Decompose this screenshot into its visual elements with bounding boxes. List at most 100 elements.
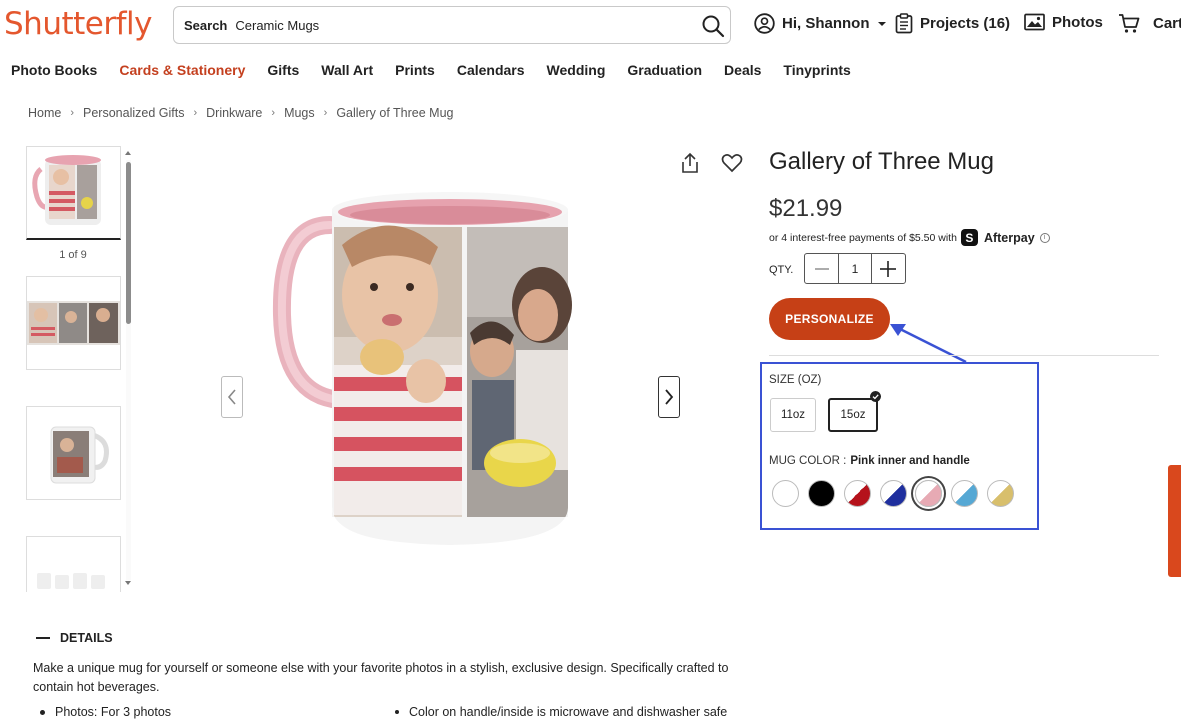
mug-color-label: MUG COLOR : Pink inner and handle — [769, 455, 970, 467]
color-swatch-white[interactable] — [772, 480, 799, 507]
details-bullet-2: Color on handle/inside is microwave and … — [395, 705, 727, 719]
qty-input[interactable]: 1 — [838, 254, 872, 283]
shutterfly-logo[interactable]: Shutterfly — [4, 6, 152, 42]
details-bullet-1: Photos: For 3 photos — [40, 705, 171, 719]
bullet-text: Color on handle/inside is microwave and … — [409, 705, 728, 719]
nav-wall-art[interactable]: Wall Art — [321, 62, 373, 78]
photos-icon — [1024, 13, 1045, 31]
product-price: $21.99 — [769, 195, 843, 222]
bullet-dot — [40, 709, 45, 715]
account-label: Hi, Shannon — [782, 15, 870, 32]
nav-deals[interactable]: Deals — [724, 62, 761, 78]
mug-color-label-text: MUG COLOR : — [769, 455, 847, 467]
chevron-right-icon — [665, 389, 674, 405]
thumbnail-4[interactable] — [26, 536, 121, 592]
favorite-heart-icon[interactable] — [720, 151, 744, 175]
cart-label: Cart — [1153, 15, 1181, 32]
search-bar[interactable]: Search Ceramic Mugs — [173, 6, 731, 44]
color-swatch-gold[interactable] — [987, 480, 1014, 507]
mug-thumbnail-image — [32, 155, 101, 225]
nav-gifts[interactable]: Gifts — [267, 62, 299, 78]
photo-wrap-thumbnail-image — [27, 301, 120, 345]
prev-image-button[interactable] — [221, 376, 243, 418]
size-option-11oz[interactable]: 11oz — [770, 398, 816, 432]
nav-tinyprints[interactable]: Tinyprints — [783, 62, 850, 78]
projects-link[interactable]: Projects (16) — [895, 13, 1010, 34]
breadcrumb: Home › Personalized Gifts › Drinkware › … — [28, 106, 454, 120]
search-label: Search — [184, 17, 228, 33]
projects-label: Projects (16) — [920, 15, 1011, 32]
search-icon[interactable] — [700, 13, 726, 39]
afterpay-brand: Afterpay — [983, 230, 1035, 245]
main-nav: Photo Books Cards & Stationery Gifts Wal… — [11, 62, 873, 78]
nav-wedding[interactable]: Wedding — [547, 62, 606, 78]
chevron-left-icon — [227, 389, 236, 405]
thumbnail-2[interactable] — [26, 276, 121, 370]
color-swatch-black[interactable] — [808, 480, 835, 507]
search-input[interactable]: Ceramic Mugs — [235, 18, 319, 33]
cart-icon — [1119, 14, 1140, 33]
size-option-15oz[interactable]: 15oz — [828, 398, 878, 432]
personalize-button[interactable]: PERSONALIZE — [769, 298, 890, 340]
info-icon[interactable]: i — [1039, 232, 1050, 243]
qty-increase-button[interactable] — [872, 254, 905, 283]
clipboard-icon — [895, 13, 913, 34]
thumbnail-counter: 1 of 9 — [59, 249, 87, 261]
collapse-minus-icon — [36, 637, 50, 639]
nav-photo-books[interactable]: Photo Books — [11, 62, 97, 78]
nav-cards-stationery[interactable]: Cards & Stationery — [119, 62, 245, 78]
annotation-arrow — [890, 324, 967, 364]
chevron-right-icon: › — [271, 107, 276, 119]
photos-label: Photos — [1052, 13, 1103, 31]
scroll-up-icon[interactable] — [124, 149, 132, 157]
afterpay-info: or 4 interest-free payments of $5.50 wit… — [769, 229, 1050, 246]
color-swatch-pink[interactable] — [915, 480, 942, 507]
details-header[interactable]: DETAILS — [36, 631, 113, 645]
breadcrumb-home[interactable]: Home — [28, 106, 61, 120]
qty-label: QTY. — [769, 264, 794, 276]
color-swatch-red[interactable] — [844, 480, 871, 507]
next-image-button[interactable] — [658, 376, 680, 418]
details-description: Make a unique mug for yourself or someon… — [33, 661, 729, 694]
photos-link[interactable]: Photos — [1024, 13, 1103, 31]
scroll-thumb[interactable] — [126, 162, 131, 324]
mug-product-image — [272, 192, 572, 545]
share-icon[interactable] — [678, 151, 702, 175]
caret-down-icon — [877, 21, 886, 26]
bullet-dot — [395, 710, 399, 714]
plus-icon — [880, 260, 897, 277]
divider — [769, 355, 1159, 356]
mug-color-value: Pink inner and handle — [850, 455, 970, 467]
afterpay-text: or 4 interest-free payments of $5.50 wit… — [769, 231, 957, 244]
breadcrumb-current: Gallery of Three Mug — [336, 106, 454, 120]
chevron-right-icon: › — [70, 107, 75, 119]
thumbnail-strip: 1 of 9 — [25, 146, 135, 592]
color-swatch-light-blue[interactable] — [951, 480, 978, 507]
chevron-right-icon: › — [323, 107, 328, 119]
details-title: DETAILS — [60, 631, 113, 645]
afterpay-logo-icon: S — [960, 229, 978, 246]
breadcrumb-personalized-gifts[interactable]: Personalized Gifts — [83, 106, 184, 120]
selected-check-icon — [870, 391, 881, 402]
cart-link[interactable]: Cart — [1118, 13, 1181, 34]
feedback-tab[interactable] — [1168, 465, 1181, 577]
nav-calendars[interactable]: Calendars — [457, 62, 525, 78]
thumbnail-scrollbar[interactable] — [124, 146, 132, 592]
thumbnail-1[interactable] — [26, 146, 121, 240]
nav-prints[interactable]: Prints — [395, 62, 435, 78]
breadcrumb-drinkware[interactable]: Drinkware — [206, 106, 262, 120]
minus-icon — [814, 267, 829, 270]
nav-graduation[interactable]: Graduation — [627, 62, 702, 78]
bullet-text: Photos: For 3 photos — [55, 705, 172, 719]
color-swatch-blue[interactable] — [880, 480, 907, 507]
breadcrumb-mugs[interactable]: Mugs — [284, 106, 315, 120]
scroll-down-icon[interactable] — [124, 579, 132, 587]
quantity-stepper: 1 — [804, 253, 906, 284]
mug-side-thumbnail-image — [50, 426, 109, 484]
qty-decrease-button[interactable] — [805, 254, 838, 283]
user-icon — [754, 13, 775, 34]
thumbnail-3[interactable] — [26, 406, 121, 500]
account-menu[interactable]: Hi, Shannon — [754, 13, 889, 34]
size-label: SIZE (OZ) — [769, 374, 822, 386]
mug-set-thumbnail-image — [37, 573, 105, 589]
